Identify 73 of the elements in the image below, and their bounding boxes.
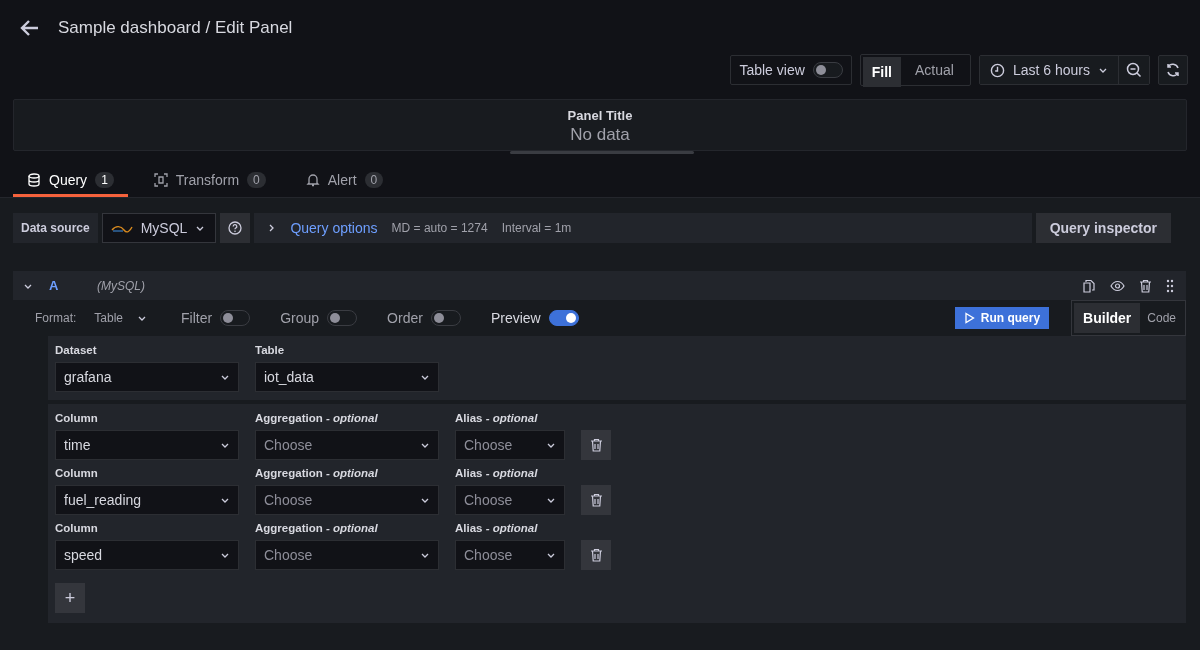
field-label: Aggregation - optional [255,522,379,534]
field-label: Aggregation - optional [255,412,379,424]
bell-icon [305,172,320,187]
time-range-picker[interactable]: Last 6 hours [979,56,1119,84]
data-source-label: Data source [13,213,98,243]
duplicate-icon[interactable] [1082,278,1096,293]
field-label: Alias - optional [455,522,539,534]
query-source-text: (MySQL) [97,278,145,293]
editor-mode-button[interactable]: Code [1140,303,1183,333]
panel-title: Panel Title [567,108,633,123]
table-name-dropdown[interactable]: iot_data [255,362,439,392]
max-data-points-text: MD = auto = 1274 [391,221,488,235]
table-view-toggle[interactable]: Table view [730,55,852,85]
query-ref-name[interactable]: A [49,278,83,293]
refresh-button[interactable] [1158,55,1188,85]
delete-button[interactable] [581,485,611,515]
aggregation-select[interactable]: Choose [255,485,439,515]
view-mode-button[interactable]: Actual [901,57,968,83]
trash-icon [589,438,603,452]
field-label: Column [55,467,99,479]
back-arrow-icon[interactable] [20,18,40,37]
delete-button[interactable] [581,540,611,570]
field-label: Column [55,522,99,534]
data-source-select[interactable]: MySQL [101,213,217,243]
query-inspector-button[interactable]: Query inspector [1035,213,1171,243]
interval-text: Interval = 1m [501,221,572,235]
column-select[interactable]: speed [55,540,239,570]
format-select[interactable]: Table [88,310,154,326]
page-title: Sample dashboard / Edit Panel [58,17,293,38]
alias-select[interactable]: Choose [455,540,565,570]
field-label: Alias - optional [455,412,539,424]
editor-tab[interactable]: Transform 0 [139,165,280,197]
run-query-button[interactable]: Run query [954,307,1050,329]
alias-select[interactable]: Choose [455,430,565,460]
aggregation-select[interactable]: Choose [255,430,439,460]
database-icon [27,172,41,187]
aggregation-select[interactable]: Choose [255,540,439,570]
help-button[interactable] [220,213,251,243]
dataset-select[interactable]: grafana [55,362,239,392]
transform-icon [153,172,168,187]
option-toggle[interactable]: Preview [490,310,579,326]
clock-icon [989,62,1005,78]
alias-select[interactable]: Choose [455,485,565,515]
trash-icon [589,548,603,562]
resize-handle[interactable] [510,151,694,154]
field-label: Dataset [55,344,98,356]
add-column-button[interactable]: + [55,583,85,613]
option-toggle[interactable]: Order [387,310,461,326]
delete-button[interactable] [581,430,611,460]
field-label: Aggregation - optional [255,467,379,479]
zoom-out-button[interactable] [1119,56,1149,84]
eye-icon[interactable] [1110,278,1125,293]
no-data-message: No data [570,125,630,145]
query-options-link[interactable]: Query options [290,220,378,236]
trash-icon [589,493,603,507]
zoom-out-icon [1126,62,1142,78]
drag-handle-icon[interactable] [1166,278,1174,293]
format-label: Format: [35,311,77,325]
database-logo-icon [110,223,133,233]
field-label: Table [255,344,286,356]
option-toggle[interactable]: Filter [181,310,251,326]
editor-mode-button[interactable]: Builder [1074,303,1141,333]
field-label: Alias - optional [455,467,539,479]
play-icon [963,312,975,324]
option-toggle[interactable]: Group [280,310,358,326]
help-icon [228,221,243,235]
editor-tab[interactable]: Alert 0 [291,165,398,197]
column-select[interactable]: fuel_reading [55,485,239,515]
refresh-icon [1165,62,1181,78]
field-label: Column [55,412,99,424]
view-mode-button[interactable]: Fill [862,57,901,87]
trash-icon[interactable] [1139,278,1152,293]
column-select[interactable]: time [55,430,239,460]
